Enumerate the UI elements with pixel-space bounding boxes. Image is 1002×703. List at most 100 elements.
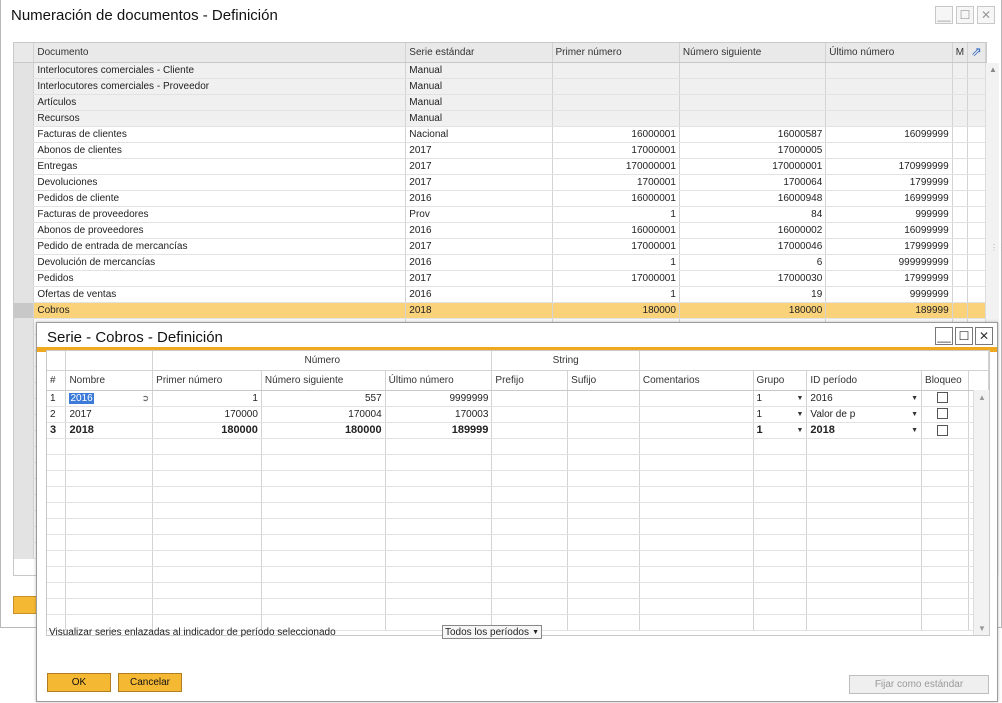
empty-row[interactable] bbox=[47, 550, 989, 567]
scroll-up-icon[interactable]: ▲ bbox=[978, 393, 986, 402]
row-number-cell[interactable] bbox=[14, 206, 35, 223]
comentarios-cell[interactable] bbox=[639, 390, 754, 407]
scroll-grip-icon[interactable]: ⋮⋮ bbox=[990, 243, 1002, 252]
table-row[interactable]: Entregas 2017 170000001 170000001 170999… bbox=[14, 158, 986, 175]
table-row[interactable]: Interlocutores comerciales - Proveedor M… bbox=[14, 78, 986, 95]
table-row[interactable]: Recursos Manual bbox=[14, 110, 986, 127]
primer-cell[interactable]: 170000 bbox=[152, 406, 262, 423]
empty-row[interactable] bbox=[47, 598, 989, 615]
empty-row[interactable] bbox=[47, 582, 989, 599]
grupo-select[interactable]: 1 ▼ bbox=[753, 390, 808, 407]
bloqueo-cell[interactable] bbox=[921, 390, 969, 407]
dropdown-arrow-icon[interactable]: ▼ bbox=[796, 395, 803, 402]
row-number-cell[interactable] bbox=[14, 126, 35, 143]
col-header-primer-numero[interactable]: Primer número bbox=[152, 370, 262, 391]
col-header-comentarios[interactable]: Comentarios bbox=[639, 370, 754, 391]
dialog-maximize-button[interactable]: ☐ bbox=[955, 327, 973, 345]
col-header-bloqueo[interactable]: Bloqueo bbox=[921, 370, 969, 391]
sufijo-cell[interactable] bbox=[567, 406, 640, 423]
table-row[interactable]: Abonos de clientes 2017 17000001 1700000… bbox=[14, 142, 986, 159]
comentarios-cell[interactable] bbox=[639, 422, 754, 439]
series-scrollbar[interactable]: ▲ ▼ bbox=[973, 390, 989, 635]
dropdown-arrow-icon[interactable]: ▼ bbox=[911, 411, 918, 418]
col-header-serie-estandar[interactable]: Serie estándar bbox=[405, 43, 553, 63]
col-header-numero-siguiente[interactable]: Número siguiente bbox=[679, 43, 827, 63]
nombre-cell[interactable]: 2017 bbox=[65, 406, 154, 423]
siguiente-cell[interactable]: 170004 bbox=[261, 406, 386, 423]
row-number-cell[interactable] bbox=[14, 174, 35, 191]
col-header-documento[interactable]: Documento bbox=[33, 43, 407, 63]
dropdown-arrow-icon[interactable]: ▼ bbox=[796, 427, 803, 434]
ok-button[interactable]: OK bbox=[47, 673, 111, 692]
col-header-ultimo-numero[interactable]: Último número bbox=[825, 43, 953, 63]
prefijo-cell[interactable] bbox=[491, 390, 569, 407]
prefijo-cell[interactable] bbox=[491, 406, 569, 423]
ultimo-cell[interactable]: 9999999 bbox=[385, 390, 493, 407]
bloqueo-cell[interactable] bbox=[921, 406, 969, 423]
row-number-cell[interactable] bbox=[14, 142, 35, 159]
col-header-ultimo-numero[interactable]: Último número bbox=[385, 370, 493, 391]
maximize-button[interactable]: ☐ bbox=[956, 6, 974, 24]
row-number-cell[interactable] bbox=[14, 302, 35, 319]
table-row[interactable]: Interlocutores comerciales - Cliente Man… bbox=[14, 62, 986, 79]
grupo-select[interactable]: 1 ▼ bbox=[753, 406, 808, 423]
dialog-minimize-button[interactable]: __ bbox=[935, 327, 953, 345]
sufijo-cell[interactable] bbox=[567, 422, 640, 439]
minimize-button[interactable]: __ bbox=[935, 6, 953, 24]
table-row[interactable]: Facturas de proveedores Prov 1 84 999999 bbox=[14, 206, 986, 223]
col-header-sufijo[interactable]: Sufijo bbox=[567, 370, 640, 391]
scroll-down-icon[interactable]: ▼ bbox=[978, 624, 986, 633]
row-number-cell[interactable] bbox=[14, 238, 35, 255]
grupo-select[interactable]: 1 ▼ bbox=[753, 422, 808, 439]
scroll-up-icon[interactable]: ▲ bbox=[989, 65, 997, 74]
row-number-cell[interactable] bbox=[14, 222, 35, 239]
empty-row[interactable] bbox=[47, 486, 989, 503]
sufijo-cell[interactable] bbox=[567, 390, 640, 407]
cancel-button[interactable]: Cancelar bbox=[118, 673, 182, 692]
col-header-prefijo[interactable]: Prefijo bbox=[491, 370, 569, 391]
periodo-select[interactable]: 2018 ▼ bbox=[806, 422, 923, 439]
dropdown-arrow-icon[interactable]: ▼ bbox=[911, 395, 918, 402]
empty-row[interactable] bbox=[47, 454, 989, 471]
row-number-cell[interactable] bbox=[14, 286, 35, 303]
ultimo-cell[interactable]: 189999 bbox=[385, 422, 493, 439]
series-row[interactable]: 3 2018 180000 180000 189999 1 ▼ 2018 ▼ bbox=[47, 422, 989, 439]
nombre-cell[interactable]: 2016 ➲ bbox=[65, 390, 154, 407]
close-button[interactable]: ✕ bbox=[977, 6, 995, 24]
empty-row[interactable] bbox=[47, 470, 989, 487]
table-row[interactable]: Pedido de entrada de mercancías 2017 170… bbox=[14, 238, 986, 255]
expand-icon[interactable]: ⇗ bbox=[967, 43, 986, 63]
siguiente-cell[interactable]: 557 bbox=[261, 390, 386, 407]
table-row[interactable]: Ofertas de ventas 2016 1 19 9999999 bbox=[14, 286, 986, 303]
col-header-nombre[interactable]: Nombre bbox=[65, 370, 154, 391]
row-number-cell[interactable] bbox=[14, 94, 35, 111]
table-row-selected[interactable]: Cobros 2018 180000 180000 189999 bbox=[14, 302, 986, 319]
dropdown-arrow-icon[interactable]: ▼ bbox=[796, 411, 803, 418]
col-header-primer-numero[interactable]: Primer número bbox=[552, 43, 680, 63]
table-row[interactable]: Pedidos de cliente 2016 16000001 1600094… bbox=[14, 190, 986, 207]
col-header-index[interactable]: # bbox=[47, 370, 67, 391]
table-row[interactable]: Facturas de clientes Nacional 16000001 1… bbox=[14, 126, 986, 143]
link-arrow-icon[interactable]: ➲ bbox=[142, 393, 150, 404]
bloqueo-checkbox[interactable] bbox=[937, 392, 949, 404]
col-header-truncated[interactable]: M bbox=[952, 43, 969, 63]
periodo-select[interactable]: 2016 ▼ bbox=[806, 390, 923, 407]
row-number-cell[interactable] bbox=[14, 270, 35, 287]
col-header-numero-siguiente[interactable]: Número siguiente bbox=[261, 370, 386, 391]
col-header-grupo[interactable]: Grupo bbox=[753, 370, 808, 391]
bloqueo-checkbox[interactable] bbox=[937, 408, 949, 420]
prefijo-cell[interactable] bbox=[491, 422, 569, 439]
bloqueo-cell[interactable] bbox=[921, 422, 969, 439]
ok-button-partial[interactable] bbox=[13, 596, 37, 614]
row-number-cell[interactable] bbox=[14, 158, 35, 175]
row-number-cell[interactable] bbox=[14, 78, 35, 95]
primer-cell[interactable]: 180000 bbox=[152, 422, 262, 439]
ultimo-cell[interactable]: 170003 bbox=[385, 406, 493, 423]
col-header-id-periodo[interactable]: ID período bbox=[806, 370, 923, 391]
set-default-button[interactable]: Fijar como estándar bbox=[849, 675, 989, 694]
primer-cell[interactable]: 1 bbox=[152, 390, 262, 407]
dialog-close-button[interactable]: ✕ bbox=[975, 327, 993, 345]
dropdown-arrow-icon[interactable]: ▼ bbox=[532, 629, 539, 636]
row-number-cell[interactable] bbox=[14, 254, 35, 271]
period-filter-select[interactable]: Todos los períodos ▼ bbox=[442, 625, 542, 639]
